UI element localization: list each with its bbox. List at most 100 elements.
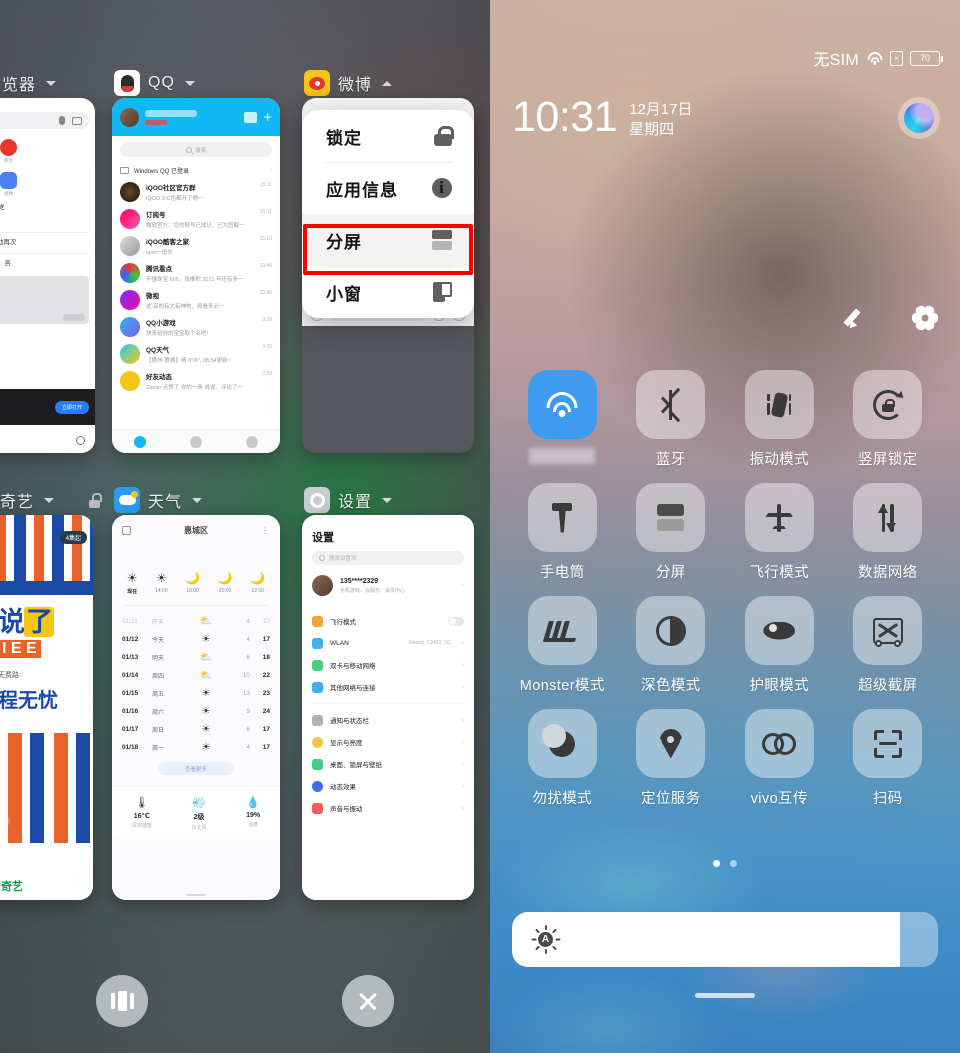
chat-row[interactable]: 微视这 高的有大有神构，观看来必一 13:46: [112, 286, 280, 313]
tile-button[interactable]: [527, 596, 597, 665]
gear-icon[interactable]: [912, 304, 938, 332]
quick-settings-grid[interactable]: 蓝牙 振动模式 竖屏锁定 手电筒 分屏 飞行模式 数据网络 Monster模式 …: [490, 370, 960, 808]
tile-flashlight[interactable]: 手电筒: [508, 483, 617, 582]
tile-button[interactable]: [744, 709, 814, 778]
settings-item[interactable]: 桌面、锁屏与壁纸 ›: [302, 753, 474, 775]
settings-item[interactable]: 双卡与移动网络 ›: [302, 654, 474, 676]
tab-contacts[interactable]: [168, 430, 224, 453]
thumbnail-weather[interactable]: 惠城区 ⋮ ☀ 现在 ☀ 14:00 🌙 18:00 🌙 20:00 🌙 22:00 01…: [112, 515, 280, 900]
view-more-button[interactable]: 查看更多: [158, 762, 234, 775]
browser-shortcuts-row2[interactable]: 代购 购物车 视频: [0, 168, 95, 201]
browser-bottom-bar[interactable]: [0, 427, 95, 453]
recent-card-weather[interactable]: 天气 惠城区 ⋮ ☀ 现在 ☀ 14:00 🌙 18:00 🌙 20:00 🌙: [112, 485, 280, 900]
account-row[interactable]: 135****2329 手机游戏、云服务、会员中心 ›: [302, 565, 474, 606]
menu-item-app-info[interactable]: 应用信息 i: [302, 162, 474, 214]
page-dot-active[interactable]: [713, 860, 720, 867]
chat-row[interactable]: 腾讯看点 不懂珠宝 666，涨推积 2021 年还有多一 13:46: [112, 259, 280, 286]
tile-button[interactable]: [853, 596, 923, 665]
tile-button[interactable]: [636, 370, 706, 439]
city-list-icon[interactable]: [122, 526, 131, 535]
page-indicator[interactable]: [490, 860, 960, 867]
headline[interactable]: 的真朋友? 中国行动再次: [0, 236, 95, 250]
settings-item[interactable]: 声音与振动 ›: [302, 797, 474, 819]
settings-search-input[interactable]: 搜索设置项: [312, 551, 464, 565]
app-context-menu[interactable]: 锁定 应用信息 i 分屏 小窗: [302, 110, 474, 318]
chevron-down-icon[interactable]: [46, 80, 57, 86]
tile-super-screenshot[interactable]: 超级截屏: [834, 596, 943, 695]
menu-item-floating-window[interactable]: 小窗: [302, 266, 474, 318]
brightness-slider[interactable]: A: [512, 912, 938, 967]
card-header-qq[interactable]: QQ: [112, 68, 280, 98]
thumbnail-iqiyi[interactable]: 4集起 说了 I E E 无费路: 程无忧 点此进入、了解更多 爱奇艺: [0, 515, 93, 900]
chat-row[interactable]: 好友动态 Zemin 点赞了 你的一条 说说、评论了一 2:29: [112, 367, 280, 394]
tile-button[interactable]: [636, 483, 706, 552]
promo-banner[interactable]: 直击生鲜 立即打开: [0, 389, 95, 425]
tile-airplane-mode[interactable]: 飞行模式: [725, 483, 834, 582]
clear-all-button[interactable]: [342, 975, 394, 1027]
tile-button[interactable]: [636, 596, 706, 665]
tile-wifi[interactable]: [508, 370, 617, 469]
tile-button[interactable]: [527, 370, 597, 439]
card-header-weather[interactable]: 天气: [112, 485, 280, 515]
browser-shortcuts-row1[interactable]: 小说 新闻 热点: [0, 135, 95, 168]
headline[interactable]: "的深情厚望: [0, 215, 95, 229]
tab-dynamic[interactable]: [224, 430, 280, 453]
browser-omnibox[interactable]: 42例139病一: [0, 112, 89, 129]
settings-item[interactable]: 飞行模式: [302, 610, 474, 632]
card-header-settings[interactable]: 设置: [302, 485, 474, 515]
tile-button[interactable]: [527, 709, 597, 778]
video-thumbnail[interactable]: [0, 275, 89, 324]
chevron-down-icon[interactable]: [184, 80, 195, 86]
add-icon[interactable]: +: [263, 110, 272, 125]
recent-card-browser[interactable]: 览器 42例139病一 小说 新闻 热点 代购: [0, 68, 95, 453]
chevron-down-icon[interactable]: [192, 497, 203, 503]
tile-button[interactable]: [744, 483, 814, 552]
tile-dark-mode[interactable]: 深色模式: [617, 596, 726, 695]
tile-button[interactable]: [853, 709, 923, 778]
recent-card-qq[interactable]: QQ + 搜索 Windows QQ 已登录 › iQOO社区官方群 iQOO …: [112, 68, 280, 453]
tile-button[interactable]: [744, 370, 814, 439]
home-indicator[interactable]: [695, 993, 755, 998]
qq-tabbar[interactable]: [112, 429, 280, 453]
settings-item[interactable]: 显示与亮度 ›: [302, 731, 474, 753]
tile-split-screen[interactable]: 分屏: [617, 483, 726, 582]
tile-data-network[interactable]: 数据网络: [834, 483, 943, 582]
control-center-tools[interactable]: [843, 304, 938, 332]
pc-login-row[interactable]: Windows QQ 已登录 ›: [112, 163, 280, 178]
card-view-toggle-button[interactable]: [96, 975, 148, 1027]
tile-vibrate[interactable]: 振动模式: [725, 370, 834, 469]
camera-icon[interactable]: [72, 116, 82, 125]
tile-button[interactable]: [527, 483, 597, 552]
tile-bluetooth[interactable]: 蓝牙: [617, 370, 726, 469]
brightness-auto-icon[interactable]: A: [531, 925, 560, 954]
chat-row[interactable]: iQOO酷客之家 iqoo一班长 15:10: [112, 232, 280, 259]
tile-vivo-share[interactable]: vivo互传: [725, 709, 834, 808]
chat-row[interactable]: iQOO社区官方群 iQOO 3-C色都开了啊一: 15:11: [112, 178, 280, 205]
tile-scan-code[interactable]: 扫码: [834, 709, 943, 808]
recent-card-iqiyi[interactable]: 奇艺 4集起 说了 I E E 无费路: 程无忧 多 奇艺: [0, 485, 102, 900]
more-icon[interactable]: ⋮: [261, 526, 270, 535]
toggle-switch[interactable]: [448, 616, 464, 626]
page-dot[interactable]: [730, 860, 737, 867]
tile-button[interactable]: [853, 370, 923, 439]
chevron-down-icon[interactable]: [44, 497, 55, 503]
pencil-icon[interactable]: [843, 306, 870, 331]
tile-location[interactable]: 定位服务: [617, 709, 726, 808]
shortcut-icon[interactable]: [0, 139, 17, 156]
shortcut-icon[interactable]: [0, 172, 17, 189]
chat-row[interactable]: QQ天气 【惠州-惠城】晴 3°/6°, 08:54更新~ 9:05: [112, 340, 280, 367]
tile-button[interactable]: [636, 709, 706, 778]
tile-button[interactable]: [744, 596, 814, 665]
settings-item[interactable]: 其他网络与连接 ›: [302, 676, 474, 698]
qq-search-input[interactable]: 搜索: [120, 142, 272, 157]
menu-item-lock[interactable]: 锁定: [302, 110, 474, 162]
chat-row[interactable]: QQ小游戏 快来给你的宝宝取个名吧! 9:16: [112, 313, 280, 340]
menu-item-split-screen[interactable]: 分屏: [302, 214, 474, 266]
settings-item[interactable]: WLAN Xiaomi_C2403_5G ›: [302, 632, 474, 654]
card-header-iqiyi[interactable]: 奇艺: [0, 485, 102, 515]
tab-messages[interactable]: [112, 430, 168, 453]
qr-icon[interactable]: [244, 111, 258, 123]
tabs-count-icon[interactable]: [76, 436, 85, 445]
promo-button[interactable]: 立即打开: [54, 400, 89, 414]
jovi-assistant-icon[interactable]: [898, 97, 940, 139]
